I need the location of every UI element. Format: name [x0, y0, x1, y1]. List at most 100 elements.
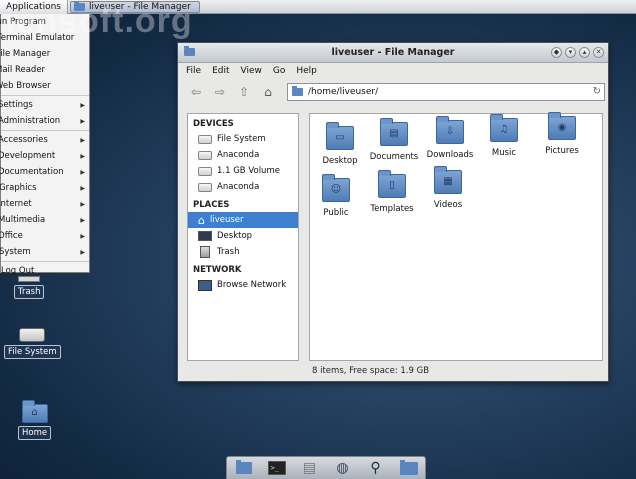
terminal-icon[interactable]: >_ [266, 458, 288, 478]
file-item-documents[interactable]: ▤ Documents [364, 118, 424, 162]
desktop-file-system[interactable]: File System [4, 328, 61, 359]
window-titlebar[interactable]: liveuser - File Manager ◆ ▾ ▴ ✕ [178, 43, 608, 63]
menu-item-settings[interactable]: Settings ▶ [0, 97, 89, 113]
file-item-downloads[interactable]: ⇩ Downloads [420, 116, 480, 160]
menu-item-label: Settings [0, 100, 33, 110]
desktop-icon-label: File System [4, 345, 61, 359]
up-arrow-icon[interactable]: ⇧ [235, 83, 253, 101]
file-item-public[interactable]: ☺ Public [306, 174, 366, 218]
file-label: Pictures [545, 146, 579, 156]
file-item-music[interactable]: ♫ Music [474, 114, 534, 158]
menu-item-label: Mail Reader [0, 65, 46, 75]
location-bar[interactable]: /home/liveuser/ ↻ [287, 83, 605, 101]
toolbar: ⇦ ⇨ ⇧ ⌂ /home/liveuser/ ↻ [178, 79, 608, 105]
sidebar-item-label: liveuser [209, 215, 244, 225]
sidebar-item-anaconda-2[interactable]: Anaconda [188, 179, 298, 195]
file-item-pictures[interactable]: ◉ Pictures [532, 112, 592, 156]
window-menu-icon[interactable]: ◆ [551, 47, 562, 58]
applications-menu: Run Program Terminal Emulator File Manag… [0, 14, 90, 276]
menu-item-mail-reader[interactable]: Mail Reader [0, 62, 89, 78]
file-item-templates[interactable]: ▯ Templates [362, 170, 422, 214]
menu-separator [1, 95, 89, 96]
home-icon[interactable]: ⌂ [259, 83, 277, 101]
menu-item-graphics[interactable]: Graphics ▶ [0, 180, 89, 196]
music-folder-icon: ♫ [490, 114, 518, 142]
menu-item-accessories[interactable]: Accessories ▶ [0, 132, 89, 148]
menu-item-run-program[interactable]: Run Program [0, 14, 89, 30]
sidebar-item-browse-network[interactable]: Browse Network [188, 277, 298, 293]
menu-item-label: Multimedia [0, 215, 46, 225]
submenu-arrow-icon: ▶ [80, 232, 85, 240]
menu-item-web-browser[interactable]: Web Browser [0, 78, 89, 94]
menu-go[interactable]: Go [273, 66, 285, 76]
sidebar-item-label: 1.1 GB Volume [217, 166, 280, 176]
menu-item-system[interactable]: System ▶ [0, 244, 89, 260]
menu-item-label: Web Browser [0, 81, 51, 91]
menu-item-file-manager[interactable]: File Manager [0, 46, 89, 62]
window-folder-icon [184, 46, 195, 56]
sidebar-item-label: Browse Network [217, 280, 287, 290]
show-desktop-icon[interactable] [233, 458, 255, 478]
web-browser-icon[interactable]: ◍ [332, 458, 354, 478]
menu-item-label: Run Program [0, 17, 46, 27]
desktop-icon-label: Trash [14, 285, 45, 299]
desktop-trash[interactable]: Trash [14, 276, 45, 299]
back-arrow-icon[interactable]: ⇦ [187, 83, 205, 101]
submenu-arrow-icon: ▶ [80, 117, 85, 125]
templates-folder-icon: ▯ [378, 170, 406, 198]
menu-item-label: Accessories [0, 135, 48, 145]
sidebar-item-trash[interactable]: Trash [188, 244, 298, 260]
menu-item-label: Graphics [0, 183, 37, 193]
menu-item-terminal-emulator[interactable]: Terminal Emulator [0, 30, 89, 46]
menu-item-internet[interactable]: Internet ▶ [0, 196, 89, 212]
home-icon: ⌂ [198, 213, 205, 227]
location-path: /home/liveuser/ [308, 87, 379, 97]
menu-item-documentation[interactable]: Documentation ▶ [0, 164, 89, 180]
reload-icon[interactable]: ↻ [593, 86, 601, 97]
drive-icon [198, 150, 212, 160]
menu-help[interactable]: Help [296, 66, 317, 76]
documents-folder-icon: ▤ [380, 118, 408, 146]
downloads-folder-icon: ⇩ [436, 116, 464, 144]
forward-arrow-icon[interactable]: ⇨ [211, 83, 229, 101]
sidebar-item-label: File System [217, 134, 266, 144]
side-pane: DEVICES File System Anaconda 1.1 GB Volu… [187, 113, 299, 361]
menu-item-label: Administration [0, 116, 61, 126]
sidebar-item-volume[interactable]: 1.1 GB Volume [188, 163, 298, 179]
menu-item-multimedia[interactable]: Multimedia ▶ [0, 212, 89, 228]
menu-item-log-out[interactable]: Log Out [1, 263, 89, 279]
devices-header: DEVICES [193, 119, 234, 129]
menu-item-office[interactable]: Office ▶ [0, 228, 89, 244]
file-item-desktop[interactable]: ▭ Desktop [310, 122, 370, 166]
menu-edit[interactable]: Edit [212, 66, 229, 76]
file-label: Desktop [322, 156, 358, 166]
home-folder-icon[interactable] [398, 458, 420, 478]
close-icon[interactable]: ✕ [593, 47, 604, 58]
applications-menu-button[interactable]: Applications [0, 0, 68, 14]
menu-item-development[interactable]: Development ▶ [0, 148, 89, 164]
file-label: Public [323, 208, 349, 218]
search-icon[interactable]: ⚲ [365, 458, 387, 478]
submenu-arrow-icon: ▶ [80, 216, 85, 224]
menu-view[interactable]: View [241, 66, 262, 76]
network-icon [198, 279, 212, 291]
menu-item-administration[interactable]: Administration ▶ [0, 113, 89, 129]
window-title: liveuser - File Manager [331, 47, 455, 58]
public-folder-icon: ☺ [322, 174, 350, 202]
file-item-videos[interactable]: ▦ Videos [418, 166, 478, 210]
taskbar-file-manager-button[interactable]: liveuser - File Manager [69, 0, 200, 13]
minimize-icon[interactable]: ▾ [565, 47, 576, 58]
sidebar-item-anaconda[interactable]: Anaconda [188, 147, 298, 163]
sidebar-item-file-system[interactable]: File System [188, 131, 298, 147]
sidebar-item-label: Anaconda [217, 182, 260, 192]
menu-separator [1, 130, 89, 131]
sidebar-item-liveuser[interactable]: ⌂ liveuser [188, 212, 298, 228]
window-controls: ◆ ▾ ▴ ✕ [551, 47, 604, 58]
maximize-icon[interactable]: ▴ [579, 47, 590, 58]
menu-item-label: Internet [0, 199, 32, 209]
sidebar-item-desktop[interactable]: Desktop [188, 228, 298, 244]
file-label: Videos [433, 200, 463, 210]
menu-file[interactable]: File [186, 66, 201, 76]
desktop-home[interactable]: ⌂ Home [18, 400, 52, 440]
file-manager-icon[interactable]: ▤ [299, 458, 321, 478]
